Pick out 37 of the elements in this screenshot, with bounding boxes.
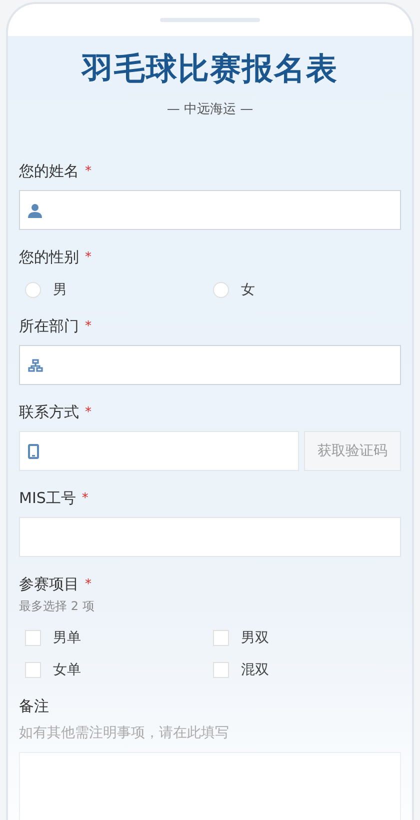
option-label: 男单 — [53, 629, 81, 647]
hint-text: 如有其他需注明事项，请在此填写 — [19, 724, 230, 742]
field-label: 所在部门 — [19, 317, 79, 336]
required-mark: * — [85, 250, 92, 265]
required-mark: * — [82, 491, 88, 506]
hint-text: 最多选择 2 项 — [19, 598, 96, 615]
option-label: 男双 — [241, 629, 269, 647]
option-label: 女 — [241, 281, 255, 299]
required-mark: * — [85, 319, 92, 334]
text-field[interactable] — [19, 190, 401, 230]
phone-icon — [28, 444, 39, 458]
required-mark: * — [85, 164, 92, 179]
form-subtitle: — 中远海运 — — [166, 101, 254, 118]
required-mark: * — [85, 405, 92, 420]
field-label: MIS工号 — [19, 489, 76, 508]
option-label: 男 — [53, 281, 67, 299]
checkbox[interactable] — [213, 662, 229, 678]
radio-button[interactable] — [213, 282, 229, 298]
required-mark: * — [85, 577, 92, 592]
get-code-button[interactable]: 获取验证码 — [304, 431, 401, 471]
option-label: 女单 — [53, 661, 81, 679]
option-label: 混双 — [241, 661, 269, 679]
form-title: 羽毛球比赛报名表 — [80, 50, 339, 89]
text-field[interactable] — [19, 517, 401, 557]
radio-button[interactable] — [25, 282, 41, 298]
checkbox[interactable] — [213, 630, 229, 646]
text-field[interactable] — [19, 345, 401, 385]
phone-field[interactable] — [19, 431, 299, 471]
field-label: 联系方式 — [19, 403, 79, 422]
field-label: 您的姓名 — [19, 162, 79, 181]
person-icon — [28, 202, 42, 218]
checkbox[interactable] — [25, 662, 41, 678]
field-label: 您的性别 — [19, 248, 79, 267]
sitemap-icon — [28, 358, 43, 372]
field-label: 参赛项目 — [19, 575, 79, 594]
checkbox[interactable] — [25, 630, 41, 646]
field-label: 备注 — [19, 697, 49, 716]
